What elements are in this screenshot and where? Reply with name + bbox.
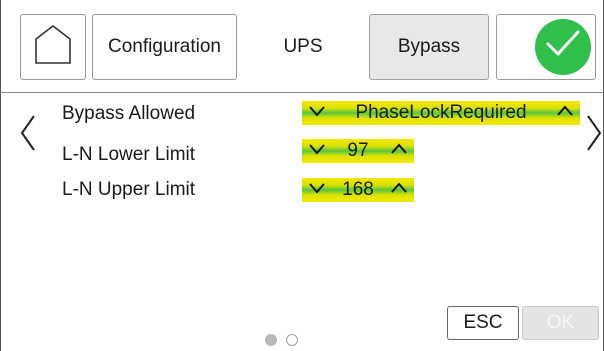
page-indicator [265, 334, 298, 346]
header-divider [0, 92, 604, 93]
top-bar: Configuration UPS Bypass [0, 0, 604, 92]
tab-bypass-label: Bypass [397, 36, 461, 57]
ln-upper-limit-stepper[interactable]: 168 [302, 178, 414, 202]
chevron-up-icon [390, 142, 408, 160]
confirm-button[interactable] [496, 14, 596, 80]
chevron-down-icon [308, 181, 326, 199]
ok-label: OK [546, 312, 575, 333]
next-page-button[interactable] [584, 112, 604, 158]
increase-button[interactable] [384, 181, 414, 199]
setting-value: 168 [342, 179, 374, 200]
esc-label: ESC [463, 312, 503, 333]
tab-configuration-label: Configuration [107, 36, 222, 57]
decrease-button[interactable] [302, 181, 332, 199]
ln-lower-limit-stepper[interactable]: 97 [302, 139, 414, 163]
chevron-down-icon [308, 104, 326, 122]
home-button[interactable] [20, 14, 86, 80]
tab-ups[interactable]: UPS [244, 14, 362, 80]
home-icon [33, 23, 73, 71]
increase-button[interactable] [550, 104, 580, 122]
checkmark-icon [545, 29, 581, 65]
chevron-up-icon [556, 104, 574, 122]
decrease-button[interactable] [302, 142, 332, 160]
screen: Configuration UPS Bypass Bypass Allowed … [0, 0, 604, 351]
tab-ups-label: UPS [283, 36, 323, 57]
setting-label: Bypass Allowed [62, 103, 196, 124]
page-dot-active [265, 334, 277, 346]
tab-bypass[interactable]: Bypass [369, 14, 489, 80]
decrease-button[interactable] [302, 104, 332, 122]
setting-label: L-N Upper Limit [62, 179, 196, 200]
chevron-down-icon [308, 142, 326, 160]
page-dot-inactive [286, 334, 298, 346]
increase-button[interactable] [384, 142, 414, 160]
previous-page-button[interactable] [18, 112, 38, 158]
setting-value: 97 [347, 140, 369, 161]
chevron-right-icon [585, 113, 603, 158]
ok-button[interactable]: OK [522, 306, 599, 340]
chevron-left-icon [19, 113, 37, 158]
chevron-up-icon [390, 181, 408, 199]
confirm-circle [535, 19, 591, 75]
tab-configuration[interactable]: Configuration [92, 14, 237, 80]
bypass-allowed-selector[interactable]: PhaseLockRequired [302, 101, 580, 125]
setting-value: PhaseLockRequired [355, 102, 527, 123]
esc-button[interactable]: ESC [447, 306, 519, 340]
setting-label: L-N Lower Limit [62, 144, 196, 165]
